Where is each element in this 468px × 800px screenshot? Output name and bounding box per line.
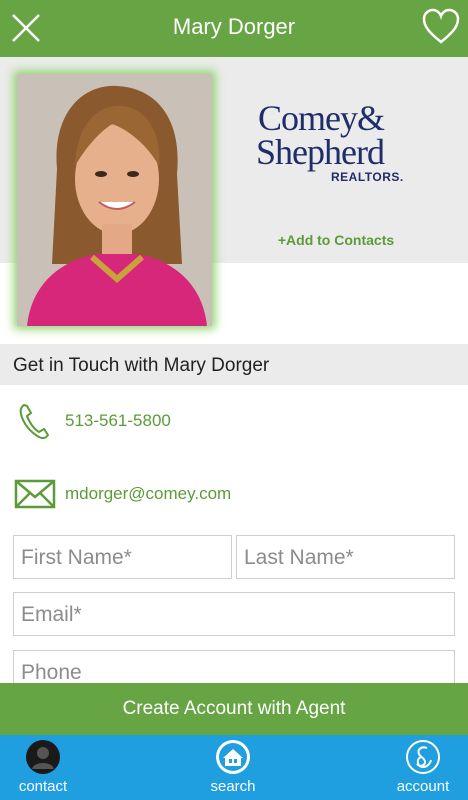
tab-search-label: search: [210, 778, 256, 795]
tab-account[interactable]: account: [378, 735, 468, 800]
email-row[interactable]: mdorger@comey.com: [0, 474, 468, 514]
contact-avatar-icon: [26, 740, 60, 774]
email-address[interactable]: mdorger@comey.com: [65, 484, 231, 504]
comey-shepherd-logo: Comey& Shepherd REALTORS.: [256, 100, 416, 186]
house-search-icon: [216, 740, 250, 774]
envelope-icon: [14, 479, 56, 509]
phone-icon: [19, 403, 50, 440]
logo-line-3: REALTORS.: [331, 170, 404, 184]
create-account-button[interactable]: Create Account with Agent: [0, 683, 468, 735]
add-to-contacts-link[interactable]: +Add to Contacts: [236, 232, 436, 248]
section-header: Get in Touch with Mary Dorger: [0, 344, 468, 385]
section-title: Get in Touch with Mary Dorger: [13, 355, 270, 376]
bottom-tab-bar: contact search account: [0, 735, 468, 800]
last-name-field[interactable]: Last Name*: [236, 535, 455, 579]
tab-search[interactable]: search: [188, 735, 278, 800]
first-name-field[interactable]: First Name*: [13, 535, 232, 579]
tab-contact-label: contact: [18, 778, 68, 795]
logo-line-1: Comey&: [258, 98, 385, 138]
phone-row[interactable]: 513-561-5800: [0, 401, 468, 441]
agent-photo: [17, 74, 212, 326]
phone-number[interactable]: 513-561-5800: [65, 411, 171, 431]
email-field[interactable]: Email*: [13, 592, 455, 636]
tab-account-label: account: [396, 778, 450, 795]
logo-line-2: Shepherd: [256, 132, 385, 172]
top-bar: Mary Dorger: [0, 0, 468, 57]
page-title: Mary Dorger: [172, 14, 296, 39]
account-logo-icon: [406, 740, 440, 774]
tab-contact[interactable]: contact: [0, 735, 88, 800]
favorite-heart-icon[interactable]: [422, 8, 460, 46]
